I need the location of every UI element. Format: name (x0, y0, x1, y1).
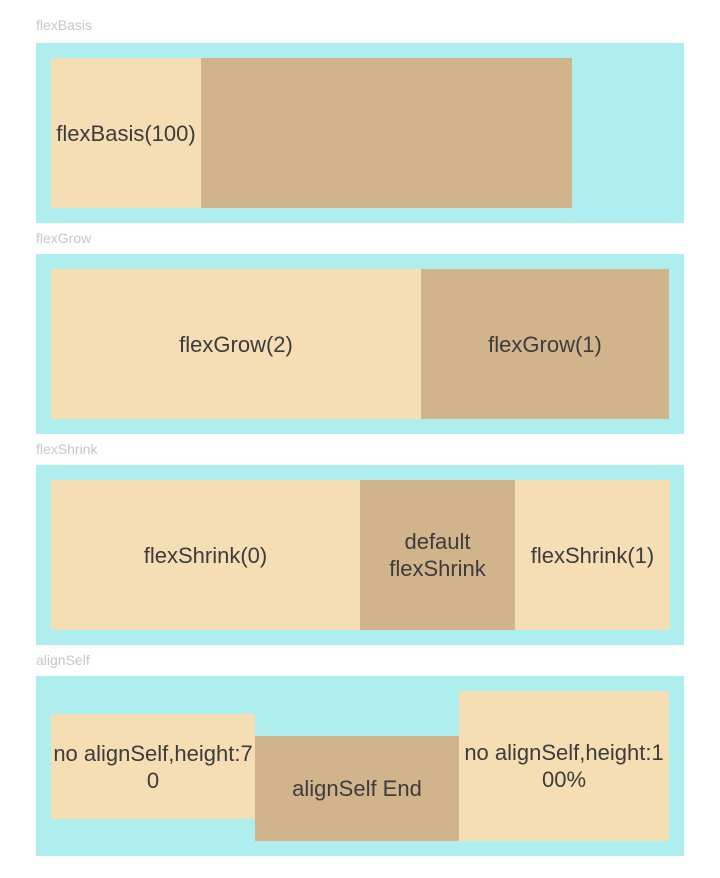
flexgrow-item-2: flexGrow(2) (51, 269, 421, 419)
section-label-flexgrow: flexGrow (36, 230, 92, 246)
flexbasis-container: flexBasis(100) (36, 43, 684, 223)
section-label-flexbasis: flexBasis (36, 17, 93, 33)
flexgrow-item-1: flexGrow(1) (421, 269, 669, 419)
flexbasis-item-2 (201, 58, 572, 208)
flexgrow-container: flexGrow(2) flexGrow(1) (36, 254, 684, 434)
alignself-container: no alignSelf,height:70 alignSelf End no … (36, 676, 684, 856)
section-label-alignself: alignSelf (36, 652, 90, 668)
flexshrink-item-default: default flexShrink (360, 480, 515, 630)
alignself-item-height-100: no alignSelf,height:100% (459, 691, 669, 841)
flexshrink-item-0: flexShrink(0) (51, 480, 360, 630)
flexshrink-item-1: flexShrink(1) (515, 480, 670, 630)
flexshrink-container: flexShrink(0) default flexShrink flexShr… (36, 465, 684, 645)
alignself-item-end: alignSelf End (255, 736, 459, 841)
section-label-flexshrink: flexShrink (36, 441, 98, 457)
flexbasis-item-1: flexBasis(100) (51, 58, 201, 208)
alignself-item-height-70: no alignSelf,height:70 (51, 714, 255, 819)
